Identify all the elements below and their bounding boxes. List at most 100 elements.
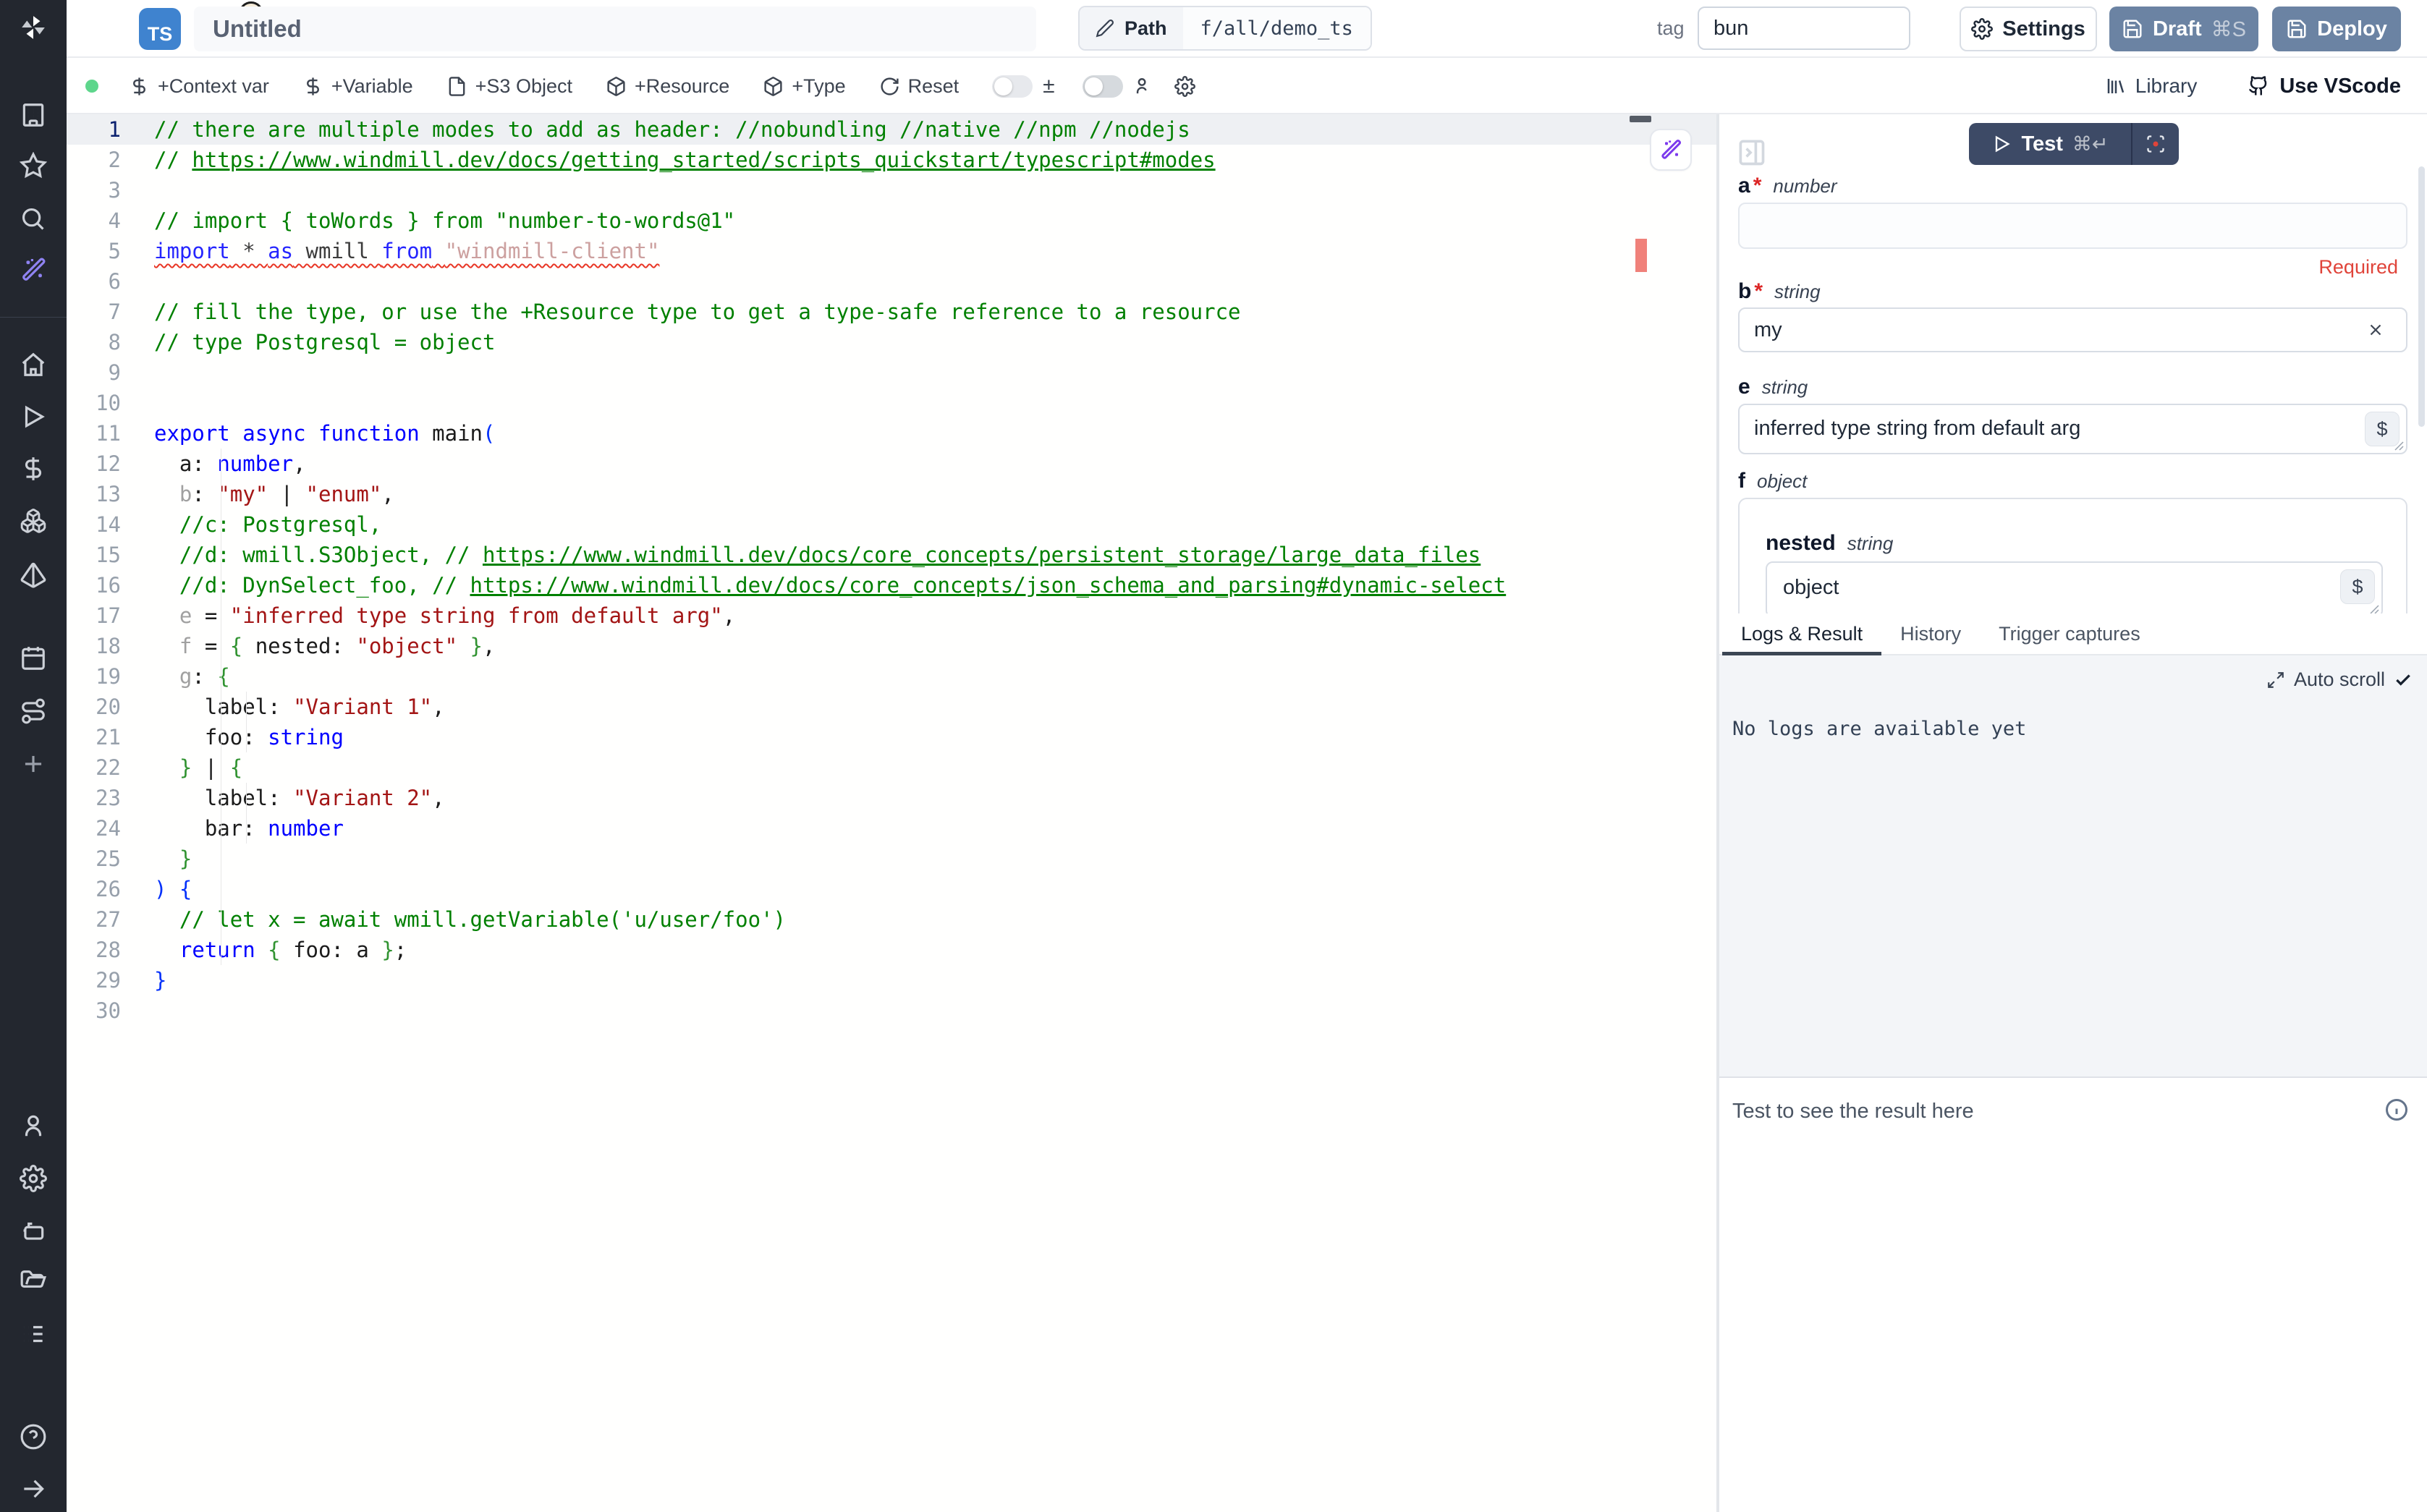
app-sidebar [0, 0, 67, 1512]
clear-field-button[interactable] [2360, 309, 2392, 351]
line-number: 7 [67, 297, 121, 327]
sidebar-item-ai[interactable] [19, 255, 48, 284]
code-token: // type Postgresql = object [154, 330, 495, 354]
tab-logs-result[interactable]: Logs & Result [1722, 613, 1881, 654]
sidebar-item-audit-logs[interactable] [19, 1320, 48, 1349]
line-number: 6 [67, 266, 121, 297]
code-line: 2// https://www.windmill.dev/docs/gettin… [67, 145, 1716, 175]
run-form-section: Test ⌘↵ a* number Required [1719, 114, 2427, 613]
collapse-panel-button[interactable] [1735, 136, 1767, 168]
sidebar-item-favorites[interactable] [19, 151, 48, 180]
test-button[interactable]: Test ⌘↵ [1969, 123, 2179, 165]
editor-toolbar: +Context var +Variable +S3 Object +Resou… [67, 59, 2427, 114]
tag-input[interactable]: bun [1698, 7, 1910, 50]
field-f-label: f object [1738, 469, 1807, 493]
boxes-icon [20, 507, 47, 535]
insert-variable-button[interactable]: $ [2340, 569, 2375, 604]
field-name: f [1738, 469, 1745, 493]
code-line: 23 label: "Variant 2", [67, 783, 1716, 813]
dollar-icon [20, 455, 47, 483]
resize-handle-icon[interactable] [2392, 439, 2404, 451]
tab-trigger-captures[interactable]: Trigger captures [1980, 613, 2159, 654]
sidebar-item-workers[interactable] [19, 1216, 48, 1245]
sidebar-item-flows[interactable] [19, 697, 48, 726]
auto-scroll-control[interactable]: Auto scroll [2266, 668, 2413, 691]
sidebar-item-resources[interactable] [19, 506, 48, 535]
assistant-toggle[interactable] [1083, 75, 1123, 98]
code-token: from [381, 239, 432, 263]
sidebar-item-help[interactable] [19, 1422, 48, 1451]
use-vscode-button[interactable]: Use VScode [2248, 75, 2401, 98]
sidebar-item-user[interactable] [19, 1111, 48, 1140]
windmill-logo[interactable] [19, 13, 48, 42]
code-token: number [268, 816, 344, 841]
code-line: 18 f = { nested: "object" }, [67, 631, 1716, 661]
gear-icon [20, 1165, 47, 1192]
line-text: // there are multiple modes to add as he… [154, 114, 1190, 145]
code-editor[interactable]: 1 // there are multiple modes to add as h… [67, 114, 1718, 1512]
sidebar-item-variables[interactable] [19, 454, 48, 483]
script-title-input[interactable]: Untitled [194, 7, 1036, 51]
capture-mode-button[interactable] [2132, 123, 2179, 165]
code-token: , [432, 786, 444, 810]
draft-label: Draft [2153, 17, 2202, 41]
nested-field-textarea[interactable]: object $ [1766, 561, 2383, 613]
save-icon [2286, 18, 2308, 40]
draft-button[interactable]: Draft ⌘S [2109, 7, 2258, 51]
reset-button[interactable]: Reset [879, 75, 960, 98]
field-a-input[interactable] [1738, 203, 2407, 249]
library-button[interactable]: Library [2105, 75, 2198, 98]
tab-history[interactable]: History [1881, 613, 1980, 654]
line-number: 16 [67, 570, 121, 600]
sidebar-item-expand[interactable] [19, 1474, 48, 1503]
editor-settings-button[interactable] [1174, 76, 1195, 97]
sidebar-item-triggers[interactable] [19, 561, 48, 590]
status-dot [85, 80, 98, 93]
diff-toggle[interactable] [992, 75, 1033, 98]
sidebar-item-workspace[interactable] [19, 101, 48, 129]
sidebar-item-search[interactable] [19, 205, 48, 234]
sidebar-item-schedules[interactable] [19, 644, 48, 673]
ai-assistant-button[interactable] [1650, 129, 1692, 171]
sidebar-item-settings[interactable] [19, 1164, 48, 1193]
folder-icon [20, 1268, 47, 1296]
code-token: ; [394, 938, 407, 962]
code-token [432, 239, 444, 263]
info-icon[interactable] [2384, 1097, 2410, 1123]
add-variable-button[interactable]: +Variable [302, 75, 413, 98]
code-token: : [192, 482, 217, 506]
test-label: Test [2021, 132, 2062, 156]
auto-scroll-label: Auto scroll [2294, 668, 2385, 691]
line-text: foo: string [154, 722, 344, 752]
line-text: e = "inferred type string from default a… [154, 600, 735, 631]
sidebar-item-add[interactable] [19, 749, 48, 778]
sidebar-item-folders[interactable] [19, 1267, 48, 1296]
code-token: function [318, 421, 420, 446]
field-b-input[interactable]: my [1738, 307, 2407, 352]
user-icon [20, 1112, 47, 1139]
field-e-textarea[interactable]: inferred type string from default arg $ [1738, 404, 2407, 454]
line-number: 27 [67, 904, 121, 935]
minimap-slider[interactable] [1630, 116, 1651, 122]
add-context-var-button[interactable]: +Context var [129, 75, 269, 98]
sidebar-item-home[interactable] [19, 350, 48, 379]
code-token: label: [154, 695, 293, 719]
form-scrollbar[interactable] [2418, 166, 2425, 427]
indent-guide [246, 692, 247, 752]
settings-button[interactable]: Settings [1960, 7, 2097, 51]
sidebar-item-runs[interactable] [19, 402, 48, 431]
field-f-object-container: nested string object $ [1738, 498, 2407, 613]
user-mode-button[interactable] [1133, 76, 1154, 97]
deploy-button[interactable]: Deploy [2272, 7, 2401, 51]
code-line: 10 [67, 388, 1716, 418]
line-text: // https://www.windmill.dev/docs/getting… [154, 145, 1216, 175]
line-number: 1 [67, 114, 121, 145]
add-type-button[interactable]: +Type [763, 75, 845, 98]
add-resource-button[interactable]: +Resource [606, 75, 729, 98]
resize-handle-icon[interactable] [2368, 603, 2379, 613]
field-type: string [1774, 281, 1821, 303]
add-s3-object-button[interactable]: +S3 Object [446, 75, 572, 98]
gear-icon [1174, 76, 1195, 97]
line-text: label: "Variant 1", [154, 692, 445, 722]
path-button[interactable]: Path f/all/demo_ts [1078, 6, 1372, 51]
